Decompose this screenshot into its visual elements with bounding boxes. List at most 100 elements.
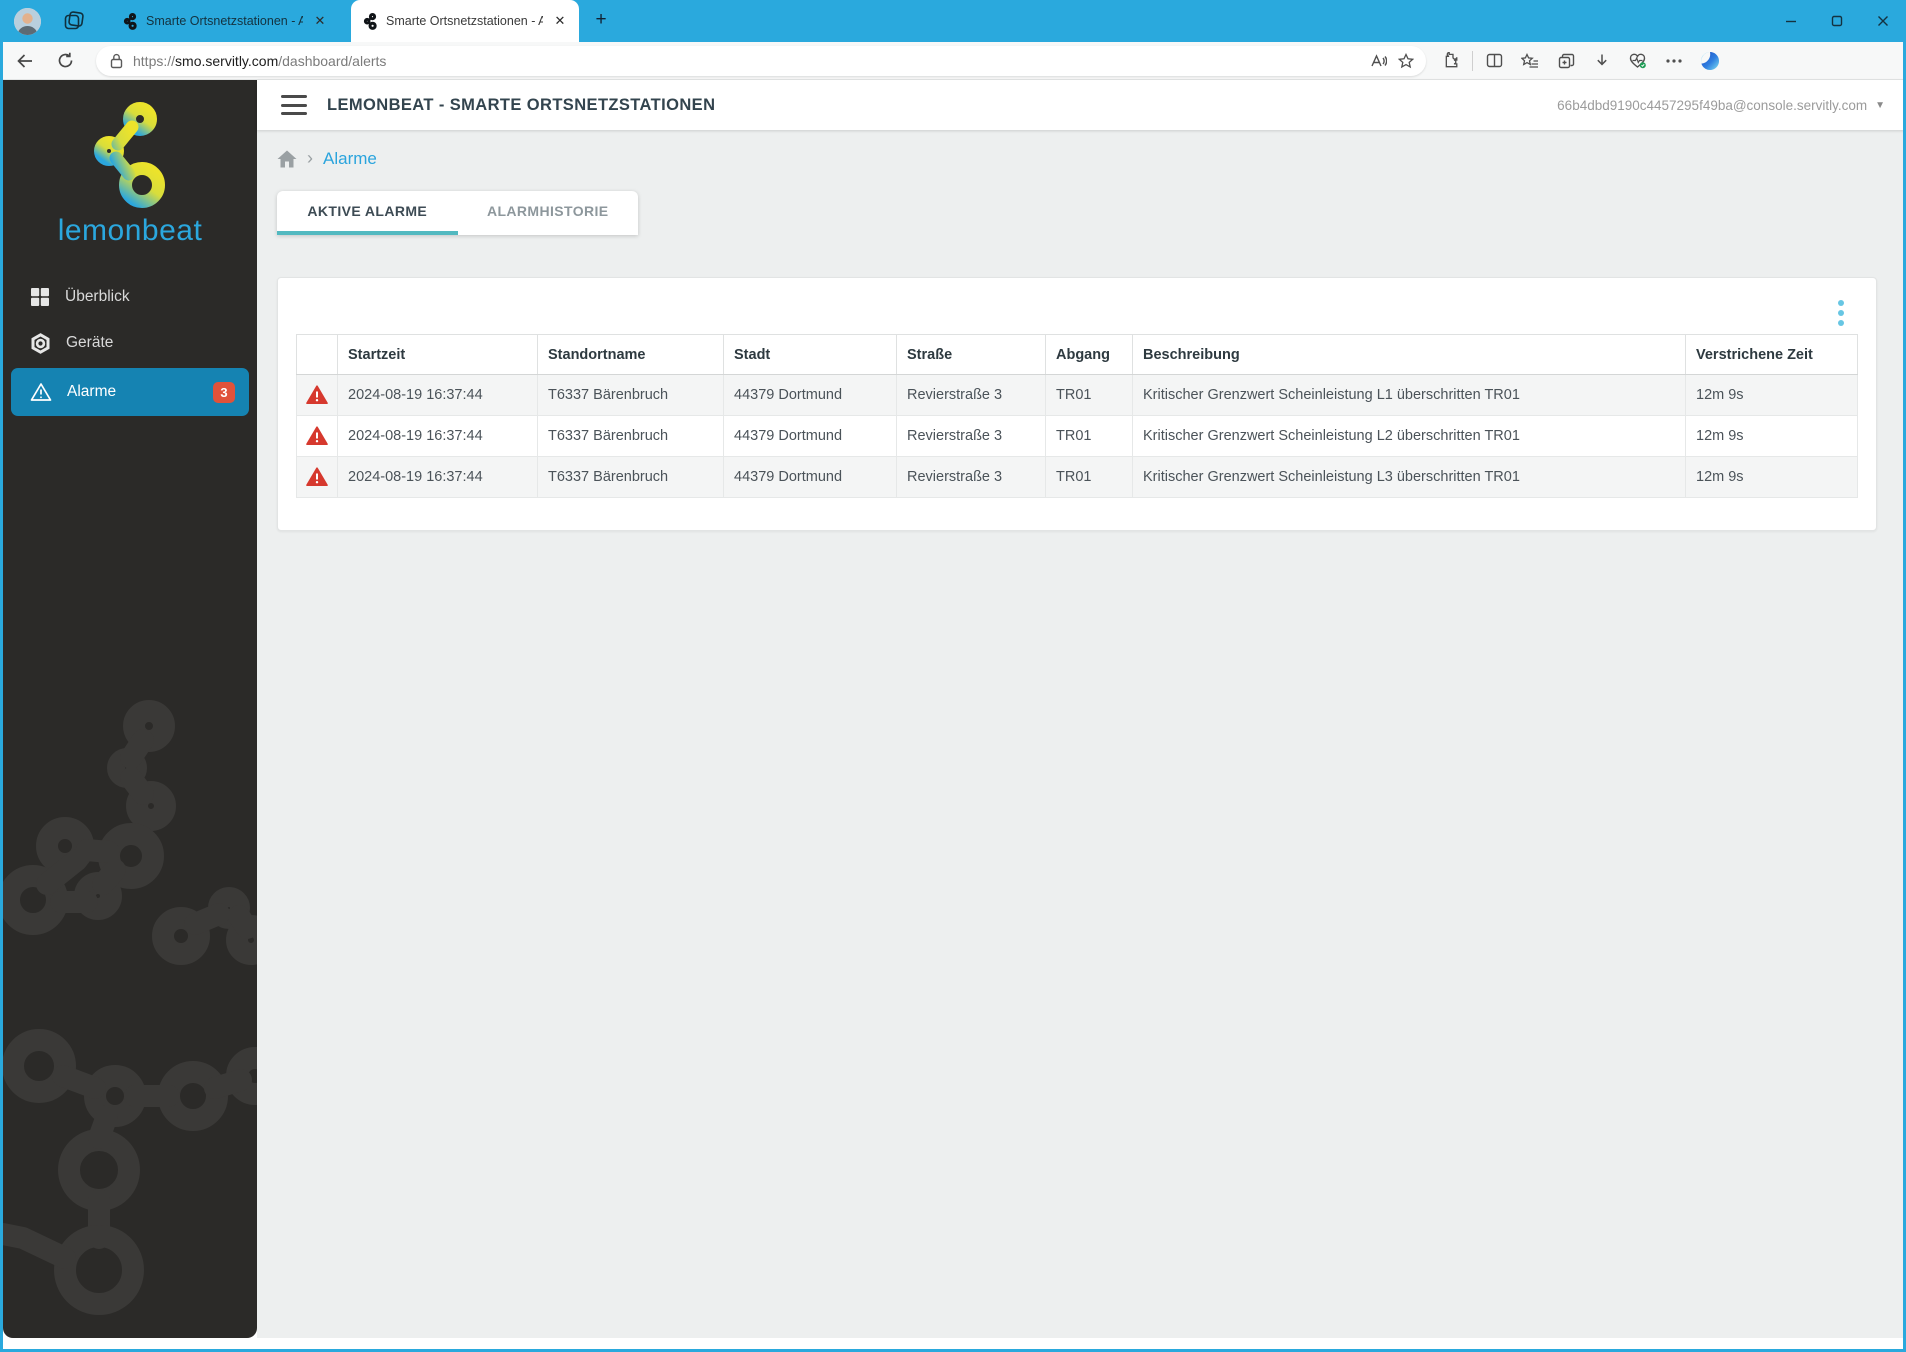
sidebar-item-label: Alarme xyxy=(67,383,117,400)
grid-icon xyxy=(31,288,49,306)
device-hex-icon xyxy=(31,332,50,354)
settings-more-icon[interactable] xyxy=(1659,46,1689,76)
molecule-watermark xyxy=(3,700,257,1315)
col-beschreibung: Beschreibung xyxy=(1132,334,1686,375)
maximize-button[interactable] xyxy=(1814,0,1860,42)
alarm-tabs: AKTIVE ALARME ALARMHISTORIE xyxy=(277,191,638,235)
alarm-triangle-icon xyxy=(30,383,52,401)
table-row[interactable]: 2024-08-19 16:37:44 T6337 Bärenbruch 443… xyxy=(296,374,1858,416)
tab-close-icon[interactable]: ✕ xyxy=(311,12,329,30)
sidebar-item-alarme[interactable]: Alarme 3 xyxy=(11,368,249,416)
app-title: LEMONBEAT - SMARTE ORTSNETZSTATIONEN xyxy=(327,95,716,114)
breadcrumb-separator: › xyxy=(307,147,313,168)
cell-beschreibung: Kritischer Grenzwert Scheinleistung L1 ü… xyxy=(1132,374,1686,416)
browser-essentials-icon[interactable] xyxy=(1623,46,1653,76)
address-bar[interactable]: https://smo.servitly.com/dashboard/alert… xyxy=(96,45,1426,76)
sidebar-item-label: Geräte xyxy=(66,334,114,351)
browser-tab-strip: Smarte Ortsnetzstationen - Alerts ✕ Smar… xyxy=(3,0,1903,42)
cell-strasse: Revierstraße 3 xyxy=(896,374,1046,416)
col-verstrichene-zeit: Verstrichene Zeit xyxy=(1685,334,1858,375)
cell-beschreibung: Kritischer Grenzwert Scheinleistung L3 ü… xyxy=(1132,456,1686,498)
brand-logo: lemonbeat xyxy=(3,102,257,248)
col-standortname: Standortname xyxy=(537,334,724,375)
url-text[interactable]: https://smo.servitly.com/dashboard/alert… xyxy=(133,53,1364,69)
breadcrumb-current[interactable]: Alarme xyxy=(323,149,377,169)
sidebar-item-label: Überblick xyxy=(65,288,130,305)
tab-alarmhistorie[interactable]: ALARMHISTORIE xyxy=(458,191,639,235)
cell-startzeit: 2024-08-19 16:37:44 xyxy=(337,374,538,416)
table-header-row: Startzeit Standortname Stadt Straße Abga… xyxy=(296,334,1858,375)
close-button[interactable] xyxy=(1860,0,1903,42)
lemonbeat-favicon xyxy=(123,12,137,30)
cell-verstrichene-zeit: 12m 9s xyxy=(1685,374,1858,416)
main-area: LEMONBEAT - SMARTE ORTSNETZSTATIONEN 66b… xyxy=(257,80,1903,1349)
chevron-down-icon: ▼ xyxy=(1875,99,1885,111)
browser-tab-active[interactable]: Smarte Ortsnetzstationen - Alerts ✕ xyxy=(351,0,579,42)
cell-standortname: T6337 Bärenbruch xyxy=(537,415,724,457)
alert-warning-icon xyxy=(306,426,328,445)
menu-toggle-icon[interactable] xyxy=(281,95,307,115)
tab-title: Smarte Ortsnetzstationen - Alerts xyxy=(146,14,303,28)
card-toolbar xyxy=(296,292,1858,334)
page-content: › Alarme AKTIVE ALARME ALARMHISTORIE Sta… xyxy=(257,130,1903,1338)
read-aloud-icon[interactable] xyxy=(1364,47,1392,75)
alert-warning-icon xyxy=(306,385,328,404)
table-row[interactable]: 2024-08-19 16:37:44 T6337 Bärenbruch 443… xyxy=(296,456,1858,498)
alert-warning-icon xyxy=(306,467,328,486)
tab-aktive-alarme[interactable]: AKTIVE ALARME xyxy=(277,191,458,235)
new-tab-button[interactable]: + xyxy=(587,7,615,35)
alarm-count-badge: 3 xyxy=(213,381,235,403)
favorite-star-icon[interactable] xyxy=(1392,47,1420,75)
cell-verstrichene-zeit: 12m 9s xyxy=(1685,456,1858,498)
app-shell: lemonbeat Überblick Geräte Alarme 3 LEMO… xyxy=(3,80,1903,1349)
extensions-icon[interactable] xyxy=(1436,46,1466,76)
cell-strasse: Revierstraße 3 xyxy=(896,415,1046,457)
sidebar-item-ueberblick[interactable]: Überblick xyxy=(3,274,257,320)
workspaces-icon[interactable] xyxy=(63,11,85,31)
sidebar: lemonbeat Überblick Geräte Alarme 3 xyxy=(3,80,257,1338)
split-screen-icon[interactable] xyxy=(1479,46,1509,76)
refresh-icon[interactable] xyxy=(50,46,80,76)
copilot-icon[interactable] xyxy=(1695,46,1725,76)
tab-close-icon[interactable]: ✕ xyxy=(551,12,569,30)
cell-startzeit: 2024-08-19 16:37:44 xyxy=(337,415,538,457)
table-row[interactable]: 2024-08-19 16:37:44 T6337 Bärenbruch 443… xyxy=(296,415,1858,457)
lock-icon xyxy=(110,53,123,68)
browser-tab[interactable]: Smarte Ortsnetzstationen - Alerts ✕ xyxy=(111,0,339,42)
home-icon[interactable] xyxy=(277,150,297,168)
cell-standortname: T6337 Bärenbruch xyxy=(537,456,724,498)
col-icon xyxy=(296,334,338,375)
brand-wordmark: lemonbeat xyxy=(57,214,203,247)
cell-stadt: 44379 Dortmund xyxy=(723,456,897,498)
add-tab-to-group-icon[interactable] xyxy=(1551,46,1581,76)
cell-standortname: T6337 Bärenbruch xyxy=(537,374,724,416)
col-startzeit: Startzeit xyxy=(337,334,538,375)
breadcrumb: › Alarme xyxy=(277,144,1877,174)
browser-window: Smarte Ortsnetzstationen - Alerts ✕ Smar… xyxy=(0,0,1906,1352)
profile-avatar[interactable] xyxy=(14,7,41,35)
alarms-table: Startzeit Standortname Stadt Straße Abga… xyxy=(296,334,1858,498)
avatar-photo xyxy=(14,7,41,35)
minimize-button[interactable] xyxy=(1768,0,1814,42)
app-header: LEMONBEAT - SMARTE ORTSNETZSTATIONEN 66b… xyxy=(257,80,1903,130)
col-stadt: Stadt xyxy=(723,334,897,375)
col-strasse: Straße xyxy=(896,334,1046,375)
cell-verstrichene-zeit: 12m 9s xyxy=(1685,415,1858,457)
cell-strasse: Revierstraße 3 xyxy=(896,456,1046,498)
sidebar-item-geraete[interactable]: Geräte xyxy=(3,320,257,366)
toolbar-divider xyxy=(1472,50,1473,71)
browser-toolbar: https://smo.servitly.com/dashboard/alert… xyxy=(3,42,1903,80)
cell-abgang: TR01 xyxy=(1045,374,1133,416)
tab-title: Smarte Ortsnetzstationen - Alerts xyxy=(386,14,543,28)
sidebar-nav: Überblick Geräte Alarme 3 xyxy=(3,274,257,416)
account-menu[interactable]: 66b4dbd9190c4457295f49ba@console.servitl… xyxy=(1557,98,1885,113)
collections-icon[interactable] xyxy=(1515,46,1545,76)
downloads-icon[interactable] xyxy=(1587,46,1617,76)
cell-stadt: 44379 Dortmund xyxy=(723,415,897,457)
lemonbeat-glyph-icon xyxy=(94,102,165,208)
cell-stadt: 44379 Dortmund xyxy=(723,374,897,416)
cell-startzeit: 2024-08-19 16:37:44 xyxy=(337,456,538,498)
back-icon[interactable] xyxy=(10,46,40,76)
window-controls xyxy=(1768,0,1903,42)
more-options-icon[interactable] xyxy=(1834,296,1848,330)
